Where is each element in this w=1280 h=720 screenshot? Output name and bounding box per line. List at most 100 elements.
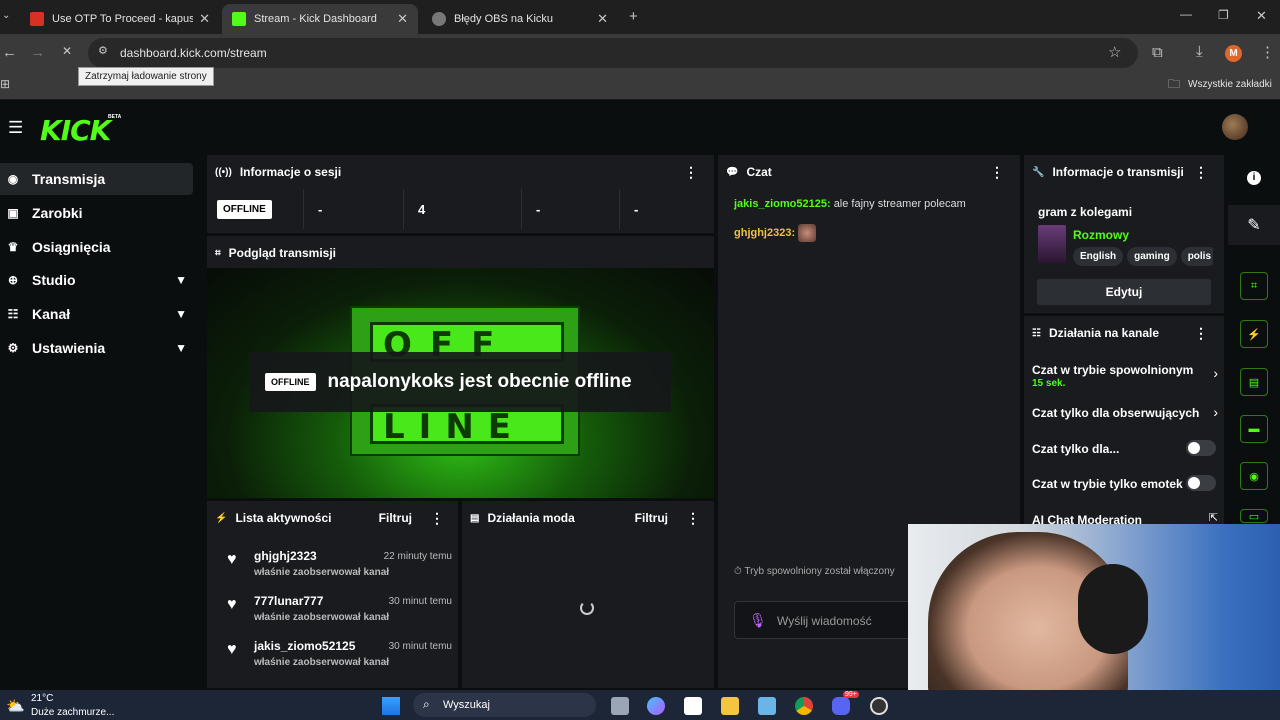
tab-gmail[interactable]: Use OTP To Proceed - kapustak ✕ bbox=[20, 4, 220, 34]
activity-user[interactable]: 777lunar777 bbox=[254, 594, 323, 608]
apps-grid-icon[interactable]: ⊞ bbox=[0, 78, 10, 90]
activity-user[interactable]: ghjghj2323 bbox=[254, 549, 317, 563]
chat-icon[interactable]: ▬ bbox=[1240, 415, 1268, 443]
webcam-overlay bbox=[908, 524, 1280, 694]
more-options-icon[interactable]: ⋮ bbox=[990, 164, 1004, 181]
list-item: ♥ 777lunar777 30 minut temu właśnie zaob… bbox=[227, 594, 452, 634]
category-thumbnail bbox=[1038, 225, 1066, 263]
task-view-icon[interactable] bbox=[611, 697, 629, 715]
file-explorer-icon[interactable] bbox=[721, 697, 739, 715]
chat-message: jakis_ziomo52125: ale fajny streamer pol… bbox=[734, 198, 966, 210]
notification-badge: 99+ bbox=[843, 691, 859, 698]
kick-icon bbox=[232, 12, 246, 26]
document-icon[interactable]: ▤ bbox=[1240, 368, 1268, 396]
session-stat: - bbox=[619, 189, 714, 229]
sidebar-item-transmisja[interactable]: ◉ Transmisja bbox=[0, 163, 193, 195]
download-icon[interactable]: ⤓ bbox=[1196, 44, 1203, 59]
sidebar-item-kanal[interactable]: ☷ Kanał ▼ bbox=[0, 298, 193, 330]
preview-video: OFF LINE OFFLINE napalonykoks jest obecn… bbox=[207, 268, 714, 498]
category-link[interactable]: Rozmowy bbox=[1073, 228, 1129, 242]
maximize-icon[interactable]: ❐ bbox=[1218, 9, 1229, 21]
session-stat: - bbox=[303, 189, 403, 229]
copilot-icon[interactable] bbox=[647, 697, 665, 715]
sidebar-item-zarobki[interactable]: ▣ Zarobki bbox=[0, 197, 193, 229]
chat-username[interactable]: jakis_ziomo52125: bbox=[734, 198, 831, 210]
more-options-icon[interactable]: ⋮ bbox=[430, 510, 444, 527]
url-field[interactable]: ⚙ dashboard.kick.com/stream ☆ bbox=[88, 38, 1138, 68]
users-icon: ☷ bbox=[1032, 327, 1041, 339]
tab-list-chevron-icon[interactable]: ⌄ bbox=[2, 11, 10, 21]
microphone-icon[interactable]: 🎙 bbox=[749, 612, 767, 629]
obs-icon[interactable] bbox=[870, 697, 888, 715]
more-options-icon[interactable]: ⋮ bbox=[684, 164, 698, 181]
back-icon[interactable]: ← bbox=[2, 45, 17, 60]
sidebar-item-ustawienia[interactable]: ⚙ Ustawienia ▼ bbox=[0, 332, 193, 364]
sidebar-item-label: Osiągnięcia bbox=[32, 239, 111, 255]
chat-username[interactable]: ghjghj2323: bbox=[734, 227, 795, 239]
followers-only-setting[interactable]: Czat tylko dla obserwujących › bbox=[1032, 404, 1218, 426]
tab-obs-errors[interactable]: Błędy OBS na Kicku ✕ bbox=[422, 4, 618, 34]
close-icon[interactable]: ✕ bbox=[199, 11, 210, 27]
new-tab-icon[interactable]: + bbox=[629, 9, 638, 24]
forward-icon[interactable]: → bbox=[30, 45, 45, 60]
sidebar-item-studio[interactable]: ⊕ Studio ▼ bbox=[0, 264, 193, 296]
tag-polish: polis bbox=[1180, 247, 1213, 266]
tab-kick-dashboard[interactable]: Stream - Kick Dashboard ✕ bbox=[222, 4, 418, 34]
info-icon[interactable]: i bbox=[1228, 158, 1280, 198]
close-icon[interactable]: ✕ bbox=[397, 11, 408, 27]
lightning-icon: ⚡ bbox=[215, 512, 228, 524]
slow-mode-notice: ⏱ Tryb spowolniony został włączony bbox=[734, 566, 895, 577]
sidebar-item-osiagniecia[interactable]: ♛ Osiągnięcia bbox=[0, 231, 193, 263]
hamburger-menu-icon[interactable]: ☰ bbox=[8, 119, 23, 136]
windows-start-icon[interactable] bbox=[382, 697, 400, 715]
activity-user[interactable]: jakis_ziomo52125 bbox=[254, 639, 355, 653]
heart-icon: ♥ bbox=[227, 551, 237, 568]
chat-icon: 💬 bbox=[726, 166, 739, 178]
panel-title: Podgląd transmisji bbox=[228, 246, 336, 260]
tooltip: Zatrzymaj ładowanie strony bbox=[78, 67, 214, 86]
camera-icon[interactable]: ▭ bbox=[1240, 509, 1268, 523]
bookmark-star-icon[interactable]: ☆ bbox=[1108, 45, 1121, 60]
preview-toggle-icon[interactable]: ⌗ bbox=[1240, 272, 1268, 300]
taskbar-search[interactable]: ⌕ Wyszukaj bbox=[413, 693, 596, 717]
lightning-icon[interactable]: ⚡ bbox=[1240, 320, 1268, 348]
more-options-icon[interactable]: ⋮ bbox=[1194, 325, 1208, 342]
subscribers-only-toggle[interactable] bbox=[1186, 440, 1216, 456]
more-options-icon[interactable]: ⋮ bbox=[686, 510, 700, 527]
extensions-icon[interactable]: ⧉ bbox=[1152, 45, 1163, 60]
profile-avatar[interactable]: M bbox=[1225, 45, 1242, 62]
stop-loading-icon[interactable]: ✕ bbox=[62, 45, 72, 57]
panel-title: Działania na kanale bbox=[1048, 326, 1160, 340]
heart-icon: ♥ bbox=[227, 596, 237, 613]
globe-icon bbox=[432, 12, 446, 26]
edit-pencil-icon[interactable]: ✎ bbox=[1228, 205, 1280, 245]
user-avatar[interactable] bbox=[1222, 114, 1248, 140]
chrome-icon[interactable] bbox=[795, 697, 813, 715]
weather-icon[interactable]: ⛅ bbox=[6, 697, 25, 715]
slow-mode-setting[interactable]: Czat w trybie spowolnionym 15 sek. › bbox=[1032, 361, 1218, 395]
weather-desc: Duże zachmurze... bbox=[31, 707, 115, 718]
edit-button[interactable]: Edytuj bbox=[1037, 279, 1211, 305]
screen-capture-icon[interactable] bbox=[758, 697, 776, 715]
broadcast-icon: ((•)) bbox=[215, 166, 232, 178]
broadcast-icon[interactable]: ◉ bbox=[1240, 462, 1268, 490]
window-close-icon[interactable]: ✕ bbox=[1256, 9, 1267, 22]
store-icon[interactable] bbox=[684, 697, 702, 715]
menu-dots-icon[interactable]: ⋮ bbox=[1260, 45, 1275, 60]
emote-only-toggle[interactable] bbox=[1186, 475, 1216, 491]
kick-logo[interactable]: KICK bbox=[40, 114, 111, 147]
filter-button[interactable]: Filtruj bbox=[635, 511, 668, 525]
emote-image bbox=[798, 224, 817, 242]
headphones bbox=[1078, 564, 1148, 654]
filter-button[interactable]: Filtruj bbox=[379, 511, 412, 525]
mod-actions-panel: ▤ Działania moda Filtruj ⋮ bbox=[462, 501, 714, 688]
chevron-right-icon: › bbox=[1213, 404, 1218, 420]
minimize-icon[interactable]: — bbox=[1180, 8, 1192, 20]
setting-label: Czat w trybie spowolnionym bbox=[1032, 363, 1194, 377]
more-options-icon[interactable]: ⋮ bbox=[1194, 164, 1208, 181]
all-bookmarks-link[interactable]: Wszystkie zakładki bbox=[1188, 79, 1272, 90]
discord-icon[interactable] bbox=[832, 697, 850, 715]
chat-input[interactable]: 🎙 Wyślij wiadomość bbox=[734, 601, 924, 639]
close-icon[interactable]: ✕ bbox=[597, 11, 608, 27]
site-info-icon[interactable]: ⚙ bbox=[98, 46, 108, 57]
